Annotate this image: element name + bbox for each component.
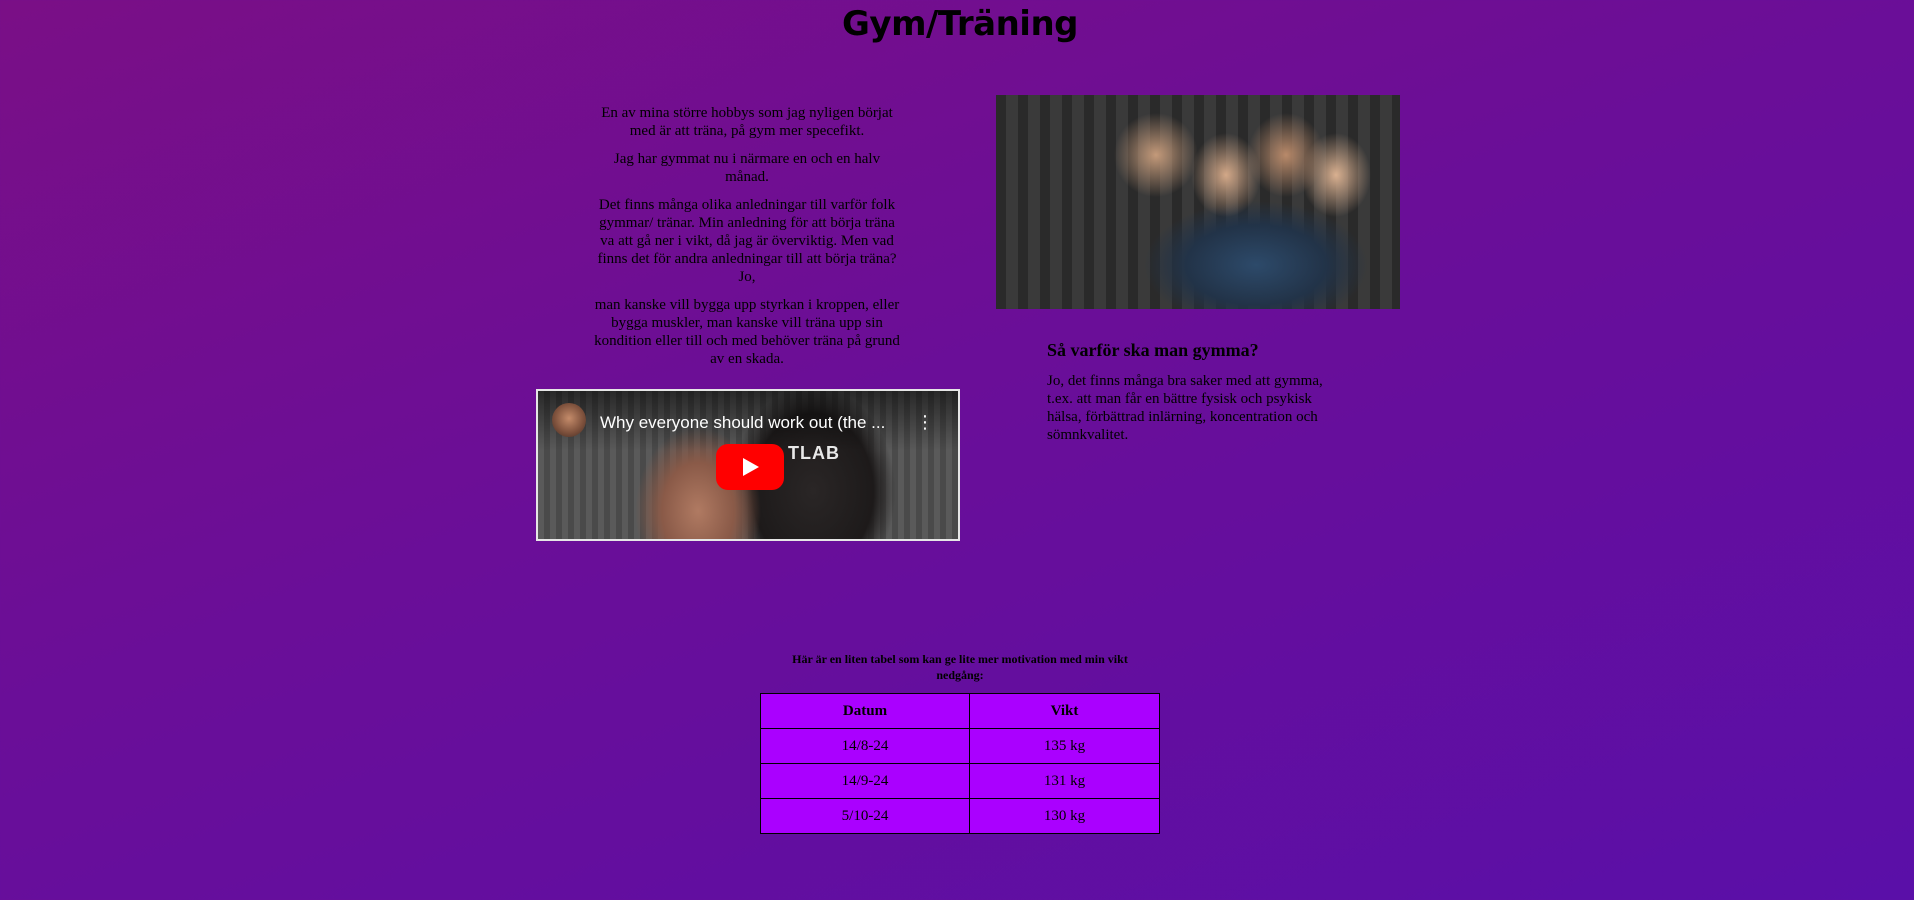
page-title: Gym/Träning (842, 4, 1079, 44)
table-caption: Här är en liten tabel som kan ge lite me… (792, 652, 1128, 682)
weight-table: Datum Vikt 14/8-24 135 kg 14/9-24 131 kg… (760, 693, 1160, 834)
table-header-vikt: Vikt (969, 693, 1160, 729)
table-row: 5/10-24 130 kg (760, 798, 1160, 834)
youtube-play-icon[interactable] (716, 444, 784, 490)
video-title[interactable]: Why everyone should work out (the ... (600, 413, 910, 433)
gym-selfie-photo (996, 95, 1400, 309)
table-cell-date: 14/9-24 (760, 763, 970, 799)
reasons-text: Jo, det finns många bra saker med att gy… (1047, 373, 1323, 443)
intro-paragraph: Det finns många olika anledningar till v… (597, 197, 897, 285)
table-header-datum: Datum (760, 693, 970, 729)
video-brand-logo: TLAB (788, 443, 840, 463)
intro-paragraph: En av mina större hobbys som jag nyligen… (601, 105, 893, 139)
table-cell-date: 14/8-24 (760, 728, 970, 764)
intro-paragraph: man kanske vill bygga upp styrkan i krop… (594, 297, 900, 367)
intro-paragraph: Jag har gymmat nu i närmare en och en ha… (613, 151, 881, 185)
table-row: 14/9-24 131 kg (760, 763, 1160, 799)
reasons-heading: Så varför ska man gymma? (1047, 340, 1259, 360)
channel-avatar[interactable] (552, 403, 586, 437)
table-cell-weight: 131 kg (969, 763, 1160, 799)
table-row: 14/8-24 135 kg (760, 728, 1160, 764)
table-cell-date: 5/10-24 (760, 798, 970, 834)
table-cell-weight: 130 kg (969, 798, 1160, 834)
more-vert-icon[interactable]: ⋮ (916, 413, 934, 433)
table-header-row: Datum Vikt (760, 693, 1160, 729)
intro-text-block: En av mina större hobbys som jag nyligen… (592, 104, 902, 378)
youtube-video-embed[interactable]: Why everyone should work out (the ... ⋮ … (536, 389, 960, 541)
table-cell-weight: 135 kg (969, 728, 1160, 764)
